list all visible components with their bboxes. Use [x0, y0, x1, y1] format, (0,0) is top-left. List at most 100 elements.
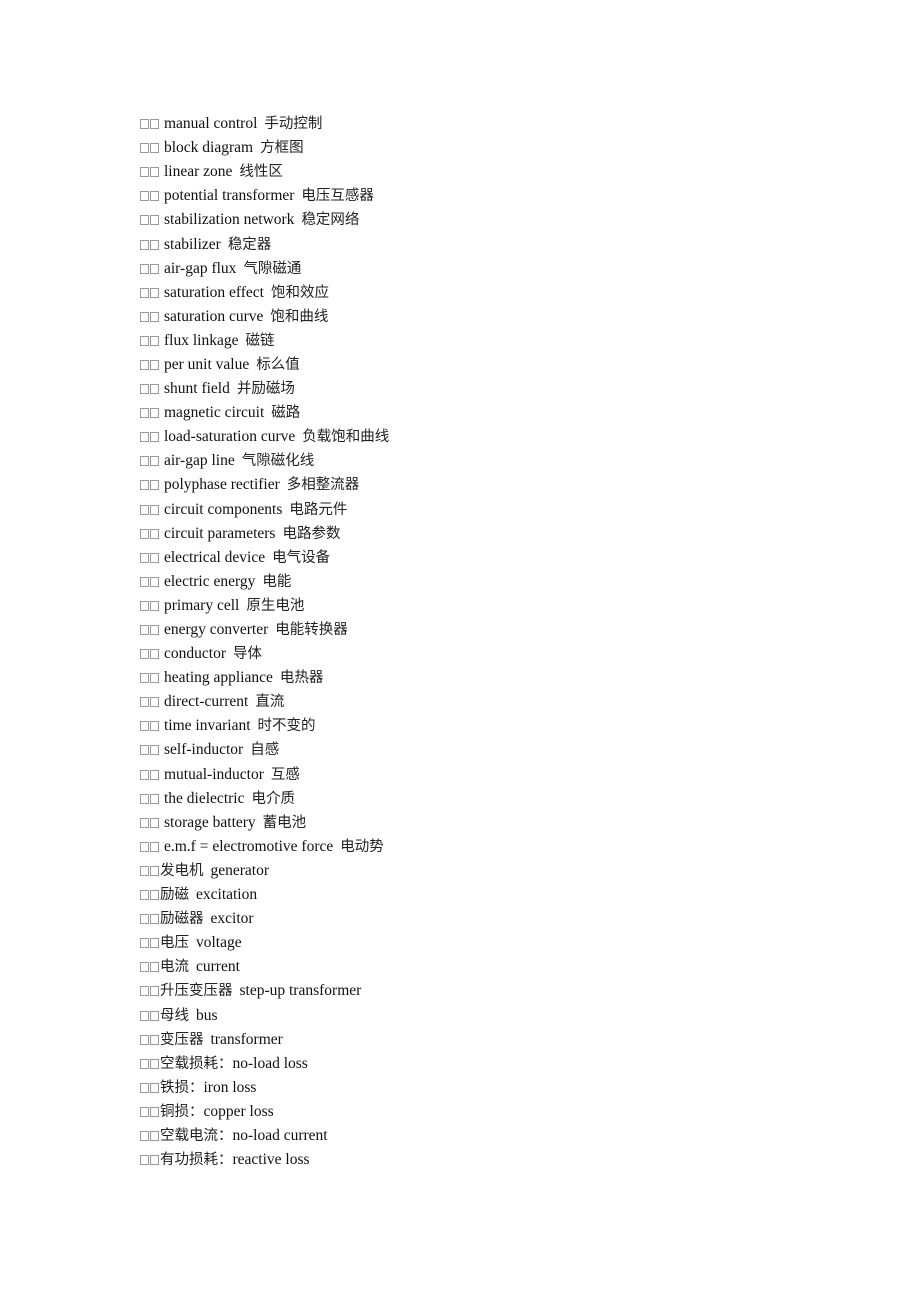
- term-english: saturation curve: [164, 307, 264, 325]
- missing-glyph-bullet-icon: [140, 552, 159, 563]
- missing-glyph-box-icon: [140, 287, 149, 298]
- glossary-entry: 电流 current: [140, 955, 389, 979]
- missing-glyph-bullet-icon: [140, 576, 159, 587]
- glossary-entry: 励磁器 excitor: [140, 907, 389, 931]
- missing-glyph-bullet-icon: [140, 408, 159, 419]
- term-english: copper loss: [203, 1102, 274, 1120]
- term-english: direct-current: [164, 693, 249, 711]
- missing-glyph-box-icon: [150, 914, 159, 925]
- term-english: step-up transformer: [239, 982, 362, 1000]
- glossary-entry: potential transformer 电压互感器: [140, 184, 389, 208]
- term-english: mutual-inductor: [164, 765, 264, 783]
- term-english: energy converter: [164, 621, 269, 639]
- missing-glyph-box-icon: [150, 1155, 159, 1166]
- term-chinese: 电压: [160, 935, 189, 952]
- term-english: time invariant: [164, 717, 251, 735]
- missing-glyph-bullet-icon: [140, 962, 159, 973]
- term-english: circuit components: [164, 500, 283, 518]
- term-chinese: 饱和曲线: [270, 308, 329, 325]
- missing-glyph-box-icon: [140, 625, 149, 636]
- missing-glyph-bullet-icon: [140, 649, 159, 660]
- document-page: manual control 手动控制 block diagram 方框图 linear…: [0, 0, 920, 1302]
- term-chinese: 气隙磁通: [243, 260, 302, 277]
- term-english: air-gap flux: [164, 259, 237, 277]
- missing-glyph-box-icon: [150, 817, 159, 828]
- missing-glyph-box-icon: [140, 167, 149, 178]
- missing-glyph-bullet-icon: [140, 890, 159, 901]
- missing-glyph-box-icon: [150, 697, 159, 708]
- term-english: storage battery: [164, 813, 256, 831]
- missing-glyph-box-icon: [150, 962, 159, 973]
- missing-glyph-bullet-icon: [140, 1058, 159, 1069]
- missing-glyph-box-icon: [150, 793, 159, 804]
- missing-glyph-box-icon: [150, 263, 159, 274]
- missing-glyph-box-icon: [150, 1010, 159, 1021]
- missing-glyph-box-icon: [140, 962, 149, 973]
- term-chinese: 稳定网络: [301, 212, 360, 229]
- missing-glyph-bullet-icon: [140, 1010, 159, 1021]
- missing-glyph-box-icon: [140, 1155, 149, 1166]
- missing-glyph-box-icon: [140, 576, 149, 587]
- glossary-entry: primary cell 原生电池: [140, 594, 389, 618]
- glossary-entry: polyphase rectifier 多相整流器: [140, 473, 389, 497]
- missing-glyph-box-icon: [140, 119, 149, 130]
- term-chinese: 方框图: [260, 140, 304, 157]
- glossary-entry: 有功损耗： reactive loss: [140, 1148, 389, 1172]
- glossary-entry: energy converter 电能转换器: [140, 618, 389, 642]
- glossary-entry: circuit components 电路元件: [140, 498, 389, 522]
- term-chinese: 电介质: [251, 790, 295, 807]
- missing-glyph-bullet-icon: [140, 263, 159, 274]
- missing-glyph-box-icon: [140, 335, 149, 346]
- missing-glyph-box-icon: [140, 1130, 149, 1141]
- missing-glyph-box-icon: [140, 745, 149, 756]
- glossary-entry: time invariant 时不变的: [140, 714, 389, 738]
- missing-glyph-bullet-icon: [140, 384, 159, 395]
- glossary-entry: magnetic circuit 磁路: [140, 401, 389, 425]
- term-chinese: 电气设备: [272, 549, 331, 566]
- glossary-entry: stabilizer 稳定器: [140, 232, 389, 256]
- missing-glyph-box-icon: [150, 191, 159, 202]
- glossary-entry: electrical device 电气设备: [140, 546, 389, 570]
- missing-glyph-box-icon: [140, 528, 149, 539]
- missing-glyph-box-icon: [140, 480, 149, 491]
- missing-glyph-box-icon: [150, 890, 159, 901]
- missing-glyph-box-icon: [150, 528, 159, 539]
- missing-glyph-bullet-icon: [140, 1106, 159, 1117]
- glossary-entry: air-gap flux 气隙磁通: [140, 257, 389, 281]
- term-english: block diagram: [164, 139, 254, 157]
- missing-glyph-box-icon: [150, 865, 159, 876]
- missing-glyph-box-icon: [150, 456, 159, 467]
- glossary-entry: the dielectric 电介质: [140, 787, 389, 811]
- glossary-entry: e.m.f = electromotive force 电动势: [140, 835, 389, 859]
- glossary-entry: manual control 手动控制: [140, 112, 389, 136]
- missing-glyph-box-icon: [150, 287, 159, 298]
- missing-glyph-box-icon: [140, 865, 149, 876]
- glossary-entry: stabilization network 稳定网络: [140, 208, 389, 232]
- missing-glyph-box-icon: [140, 384, 149, 395]
- term-english: shunt field: [164, 380, 230, 398]
- term-chinese: 稳定器: [227, 236, 272, 253]
- missing-glyph-bullet-icon: [140, 239, 159, 250]
- glossary-entry: 铜损： copper loss: [140, 1100, 389, 1124]
- term-chinese: 电路元件: [289, 501, 348, 518]
- missing-glyph-bullet-icon: [140, 914, 159, 925]
- glossary-entry: 空载电流： no-load current: [140, 1124, 389, 1148]
- missing-glyph-box-icon: [140, 673, 149, 684]
- missing-glyph-box-icon: [140, 408, 149, 419]
- missing-glyph-box-icon: [150, 215, 159, 226]
- term-chinese: 原生电池: [246, 597, 305, 614]
- term-chinese: 励磁器: [160, 911, 204, 928]
- missing-glyph-box-icon: [140, 914, 149, 925]
- missing-glyph-bullet-icon: [140, 721, 159, 732]
- missing-glyph-bullet-icon: [140, 1082, 159, 1093]
- term-english: manual control: [164, 115, 258, 133]
- term-chinese: 电路参数: [282, 525, 341, 542]
- term-chinese: 手动控制: [264, 116, 323, 133]
- missing-glyph-box-icon: [150, 745, 159, 756]
- glossary-entry: circuit parameters 电路参数: [140, 522, 389, 546]
- term-english: no-load loss: [232, 1054, 308, 1072]
- missing-glyph-bullet-icon: [140, 215, 159, 226]
- glossary-list: manual control 手动控制 block diagram 方框图 linear…: [140, 112, 389, 1172]
- term-chinese: 电能: [262, 573, 292, 590]
- term-english: no-load current: [232, 1126, 328, 1144]
